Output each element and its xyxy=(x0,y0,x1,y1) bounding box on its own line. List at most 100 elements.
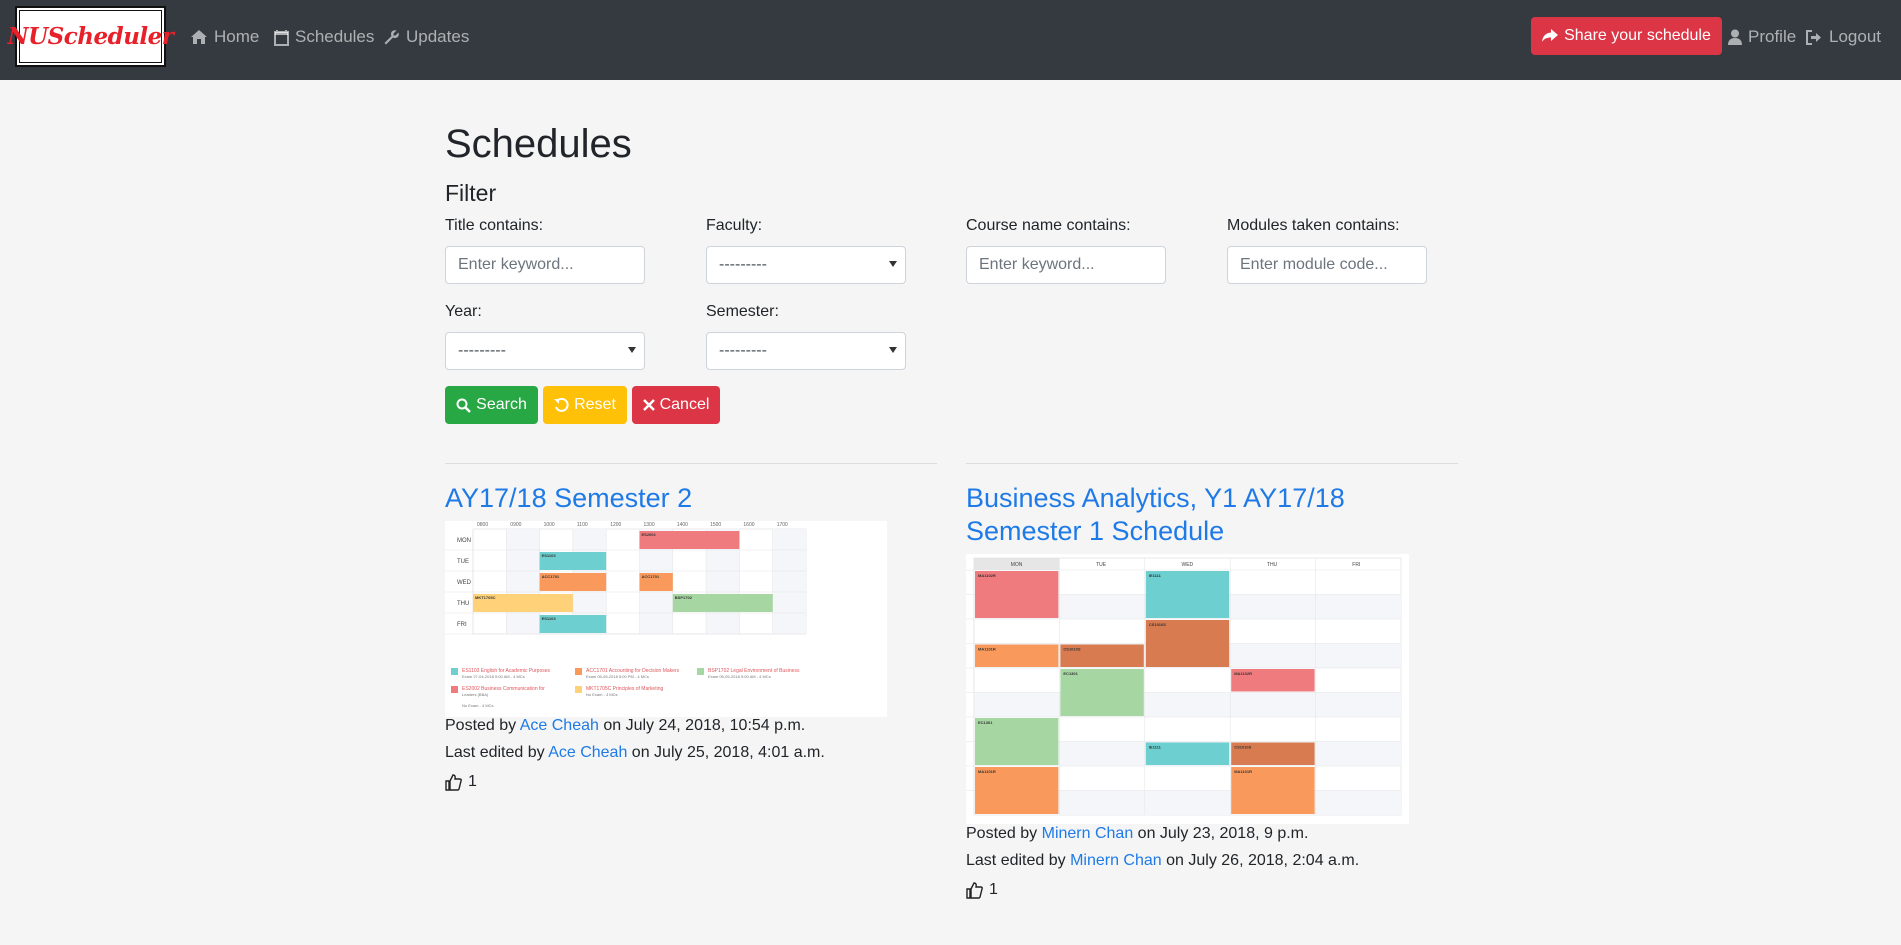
nav-updates-label: Updates xyxy=(406,27,470,46)
posted-by-line: Posted by Minern Chan on July 23, 2018, … xyxy=(966,825,1308,843)
author-link[interactable]: Minern Chan xyxy=(1042,825,1134,842)
like-counter: 1 xyxy=(966,881,998,899)
nav-home-label: Home xyxy=(214,27,260,46)
legend-sub: Exam 27-04-2018 9:00 AM - 4 MCs xyxy=(462,674,525,679)
grid-column xyxy=(506,529,540,634)
author-link[interactable]: Ace Cheah xyxy=(520,717,599,734)
chevron-down-icon xyxy=(889,347,897,353)
modules-filter-input[interactable] xyxy=(1227,246,1427,284)
class-block-label: ACC1701 xyxy=(642,574,660,579)
course-filter-label: Course name contains: xyxy=(966,217,1131,234)
nav-profile[interactable]: Profile xyxy=(1728,24,1796,50)
like-count: 1 xyxy=(468,773,477,790)
like-counter: 1 xyxy=(445,773,477,791)
title-filter-input[interactable] xyxy=(445,246,645,284)
faculty-select[interactable]: --------- xyxy=(706,246,906,284)
legend-sub: No Exam - 4 MCs xyxy=(586,692,618,697)
time-label: 1100 xyxy=(577,522,588,528)
cancel-button-label: Cancel xyxy=(659,396,710,413)
edited-by-line: Last edited by Ace Cheah on July 25, 201… xyxy=(445,744,825,762)
semester-select-value: --------- xyxy=(719,342,767,359)
year-select[interactable]: --------- xyxy=(445,332,645,370)
day-label: TUE xyxy=(1096,562,1107,568)
edited-date: on July 25, 2018, 4:01 a.m. xyxy=(627,744,825,761)
thumbs-up-icon[interactable] xyxy=(966,881,983,899)
time-label: 0800 xyxy=(477,522,488,528)
reset-button[interactable]: Reset xyxy=(543,386,627,424)
class-block-label: ES2002 xyxy=(642,532,657,537)
class-block-label: CS1010S xyxy=(1063,647,1080,652)
class-block-label: MA1102R xyxy=(1234,671,1252,676)
thumbs-up-icon[interactable] xyxy=(445,773,462,791)
class-block-label: EC1301 xyxy=(978,720,993,725)
class-block-label: MKT1705C xyxy=(475,595,496,600)
class-block-label: ACC1701 xyxy=(542,574,560,579)
time-label: 0900 xyxy=(510,522,521,528)
user-icon xyxy=(1728,29,1742,45)
day-label: MON xyxy=(1011,562,1023,568)
schedule-thumbnail[interactable]: MON TUE WED THU FRI MA1102R IE1111 CS1010S MA11… xyxy=(966,554,1409,824)
posted-date: on July 23, 2018, 9 p.m. xyxy=(1133,825,1309,842)
edited-by-line: Last edited by Minern Chan on July 26, 2… xyxy=(966,852,1359,870)
time-label: 1300 xyxy=(644,522,655,528)
class-block-label: CS1010S xyxy=(1149,622,1166,627)
posted-prefix: Posted by xyxy=(445,717,520,734)
class-block-label: CS1010S xyxy=(1234,745,1251,750)
edited-date: on July 26, 2018, 2:04 a.m. xyxy=(1161,852,1360,869)
time-label: 1000 xyxy=(544,522,555,528)
modules-filter-label: Modules taken contains: xyxy=(1227,217,1400,234)
faculty-filter-label: Faculty: xyxy=(706,217,763,234)
navbar: NUScheduler Home Schedules Updates Share… xyxy=(0,0,1901,80)
class-block xyxy=(1145,620,1230,667)
schedule-title-link[interactable]: Business Analytics, Y1 AY17/18 Semester … xyxy=(966,482,1345,548)
share-schedule-button[interactable]: Share your schedule xyxy=(1531,17,1722,55)
legend-swatch xyxy=(451,686,458,693)
reset-button-label: Reset xyxy=(574,396,616,413)
nav-logout[interactable]: Logout xyxy=(1806,24,1881,50)
posted-by-line: Posted by Ace Cheah on July 24, 2018, 10… xyxy=(445,717,805,735)
class-block xyxy=(975,767,1059,814)
like-count: 1 xyxy=(989,881,998,898)
cancel-button[interactable]: Cancel xyxy=(632,386,720,424)
legend-swatch xyxy=(697,668,704,675)
search-button[interactable]: Search xyxy=(445,386,538,424)
posted-prefix: Posted by xyxy=(966,825,1042,842)
nav-home[interactable]: Home xyxy=(190,24,259,50)
nav-schedules[interactable]: Schedules xyxy=(274,24,374,50)
nav-logout-label: Logout xyxy=(1829,27,1881,46)
day-label: WED xyxy=(1182,562,1194,568)
semester-select[interactable]: --------- xyxy=(706,332,906,370)
editor-link[interactable]: Ace Cheah xyxy=(548,744,627,761)
class-block-label: IE1111 xyxy=(1149,745,1162,750)
brand-logo[interactable]: NUScheduler xyxy=(8,6,174,67)
wrench-icon xyxy=(384,29,399,44)
brand-name: NUScheduler xyxy=(7,23,174,50)
class-block-label: EC1301 xyxy=(1063,671,1078,676)
legend-swatch xyxy=(575,686,582,693)
time-label: 1200 xyxy=(610,522,621,528)
class-block-label: MA1102R xyxy=(978,573,996,578)
class-block-label: MA1101R xyxy=(1234,769,1252,774)
nav-updates[interactable]: Updates xyxy=(383,24,469,50)
day-label: WED xyxy=(457,580,472,586)
search-button-label: Search xyxy=(476,396,527,413)
editor-link[interactable]: Minern Chan xyxy=(1070,852,1162,869)
schedule-title-link[interactable]: AY17/18 Semester 2 xyxy=(445,482,692,515)
posted-date: on July 24, 2018, 10:54 p.m. xyxy=(598,717,806,734)
calendar-icon xyxy=(274,29,289,46)
undo-icon xyxy=(554,397,569,412)
class-block xyxy=(975,718,1059,765)
legend-swatch xyxy=(451,668,458,675)
day-label: FRI xyxy=(457,622,467,628)
year-filter-label: Year: xyxy=(445,303,482,320)
class-block xyxy=(975,571,1059,618)
nav-profile-label: Profile xyxy=(1748,27,1797,46)
page-title: Schedules xyxy=(445,122,632,166)
grid-column xyxy=(772,529,806,634)
schedule-thumbnail[interactable]: 0800 0900 1000 1100 1200 1300 1400 1500 1600 1700… xyxy=(445,521,887,717)
legend-swatch xyxy=(575,668,582,675)
class-block-label: MA1101R xyxy=(978,647,996,652)
class-block-label: ES1103 xyxy=(542,616,557,621)
course-filter-input[interactable] xyxy=(966,246,1166,284)
class-block xyxy=(1145,571,1230,618)
